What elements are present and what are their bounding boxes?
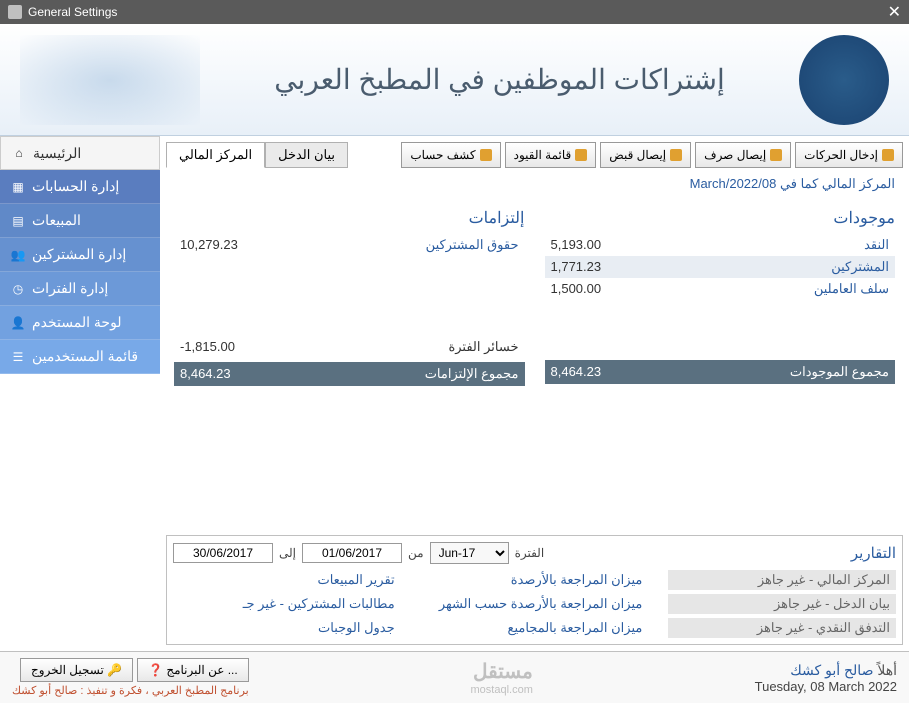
clock-icon: ◷ <box>10 281 26 297</box>
titlebar: General Settings ✕ <box>0 0 909 24</box>
watermark: مستقل mostaql.com <box>471 659 533 696</box>
report-status: التدفق النقدي - غير جاهز <box>668 618 896 638</box>
statement-button[interactable]: كشف حساب <box>401 142 500 168</box>
header-decoration <box>20 35 200 125</box>
asset-row: المشتركين1,771.23 <box>545 256 896 278</box>
pay-voucher-button[interactable]: إيصال صرف <box>695 142 791 168</box>
logout-button[interactable]: تسجيل الخروج 🔑 <box>20 658 133 682</box>
report-link-trial-monthly[interactable]: ميزان المراجعة بالأرصدة حسب الشهر <box>421 594 649 614</box>
asset-row: النقد5,193.00 <box>545 234 896 256</box>
asset-row: سلف العاملين1,500.00 <box>545 278 896 300</box>
assets-total: مجموع الموجودات8,464.23 <box>545 360 896 384</box>
tab-income[interactable]: بيان الدخل <box>265 142 348 168</box>
reports-title: التقارير <box>851 544 896 562</box>
sidebar-item-sales[interactable]: المبيعات▤ <box>0 204 160 238</box>
sidebar-item-subscribers[interactable]: إدارة المشتركين👥 <box>0 238 160 272</box>
liabilities-total: مجموع الإلتزامات8,464.23 <box>174 362 525 386</box>
window-title: General Settings <box>28 5 117 19</box>
liabilities-column: إلتزامات حقوق المشتركين10,279.23 خسائر ا… <box>174 208 525 523</box>
about-button[interactable]: ❓ عن البرنامج ... <box>137 658 249 682</box>
journal-list-button[interactable]: قائمة القيود <box>505 142 597 168</box>
users-icon: ☰ <box>10 349 26 365</box>
subscribers-icon: 👥 <box>10 247 26 263</box>
report-status: بيان الدخل - غير جاهز <box>668 594 896 614</box>
receipt-voucher-button[interactable]: إيصال قبض <box>600 142 691 168</box>
sidebar-item-userpanel[interactable]: لوحة المستخدم👤 <box>0 306 160 340</box>
report-status: المركز المالي - غير جاهز <box>668 570 896 590</box>
sidebar-item-users[interactable]: قائمة المستخدمين☰ <box>0 340 160 374</box>
tab-financial[interactable]: المركز المالي <box>166 142 265 168</box>
footer-date: Tuesday, 08 March 2022 <box>755 679 897 694</box>
header-banner: إشتراكات الموظفين في المطبخ العربي <box>0 24 909 136</box>
report-link-subscriber-claims[interactable]: مطالبات المشتركين - غير جـ <box>173 594 401 614</box>
user-icon: 👤 <box>10 315 26 331</box>
content-area: إدخال الحركات إيصال صرف إيصال قبض قائمة … <box>160 136 909 651</box>
period-select[interactable]: Jun-17 <box>430 542 509 564</box>
footer: أهلاً صالح أبو كشك Tuesday, 08 March 202… <box>0 651 909 703</box>
reports-panel: التقارير الفترة Jun-17 من إلى المركز الم… <box>166 535 903 645</box>
toolbar: إدخال الحركات إيصال صرف إيصال قبض قائمة … <box>401 142 903 168</box>
accounts-icon: ▦ <box>10 179 26 195</box>
entries-button[interactable]: إدخال الحركات <box>795 142 903 168</box>
report-link-trial-balances[interactable]: ميزان المراجعة بالأرصدة <box>421 570 649 590</box>
status-asof: المركز المالي كما في March/2022/08 <box>166 172 903 196</box>
brand-logo <box>799 35 889 125</box>
report-link-trial-totals[interactable]: ميزان المراجعة بالمجاميع <box>421 618 649 638</box>
list-icon <box>575 149 587 161</box>
voucher-icon <box>770 149 782 161</box>
credits-text: برنامج المطبخ العربي ، فكرة و تنفيذ : صا… <box>12 684 249 697</box>
home-icon: ⌂ <box>11 145 27 161</box>
page-title: إشتراكات الموظفين في المطبخ العربي <box>200 63 799 96</box>
balance-sheet: موجودات النقد5,193.00 المشتركين1,771.23 … <box>166 200 903 531</box>
liability-row: حقوق المشتركين10,279.23 <box>174 234 525 256</box>
report-link-sales[interactable]: تقرير المبيعات <box>173 570 401 590</box>
assets-column: موجودات النقد5,193.00 المشتركين1,771.23 … <box>545 208 896 523</box>
app-icon <box>8 5 22 19</box>
doc-icon <box>480 149 492 161</box>
period-loss-row: خسائر الفترة-1,815.00 <box>174 336 525 358</box>
voucher-icon <box>670 149 682 161</box>
welcome-text: أهلاً صالح أبو كشك <box>755 662 897 679</box>
liabilities-title: إلتزامات <box>174 208 525 228</box>
sidebar: الرئيسية⌂ إدارة الحسابات▦ المبيعات▤ إدار… <box>0 136 160 651</box>
sales-icon: ▤ <box>10 213 26 229</box>
assets-title: موجودات <box>545 208 896 228</box>
from-date-input[interactable] <box>302 543 402 563</box>
close-icon[interactable]: ✕ <box>888 2 901 22</box>
report-link-meals[interactable]: جدول الوجبات <box>173 618 401 638</box>
to-date-input[interactable] <box>173 543 273 563</box>
plus-icon <box>882 149 894 161</box>
sidebar-item-periods[interactable]: إدارة الفترات◷ <box>0 272 160 306</box>
tabs: بيان الدخل المركز المالي <box>166 142 348 168</box>
sidebar-item-accounts[interactable]: إدارة الحسابات▦ <box>0 170 160 204</box>
sidebar-item-home[interactable]: الرئيسية⌂ <box>0 136 160 170</box>
